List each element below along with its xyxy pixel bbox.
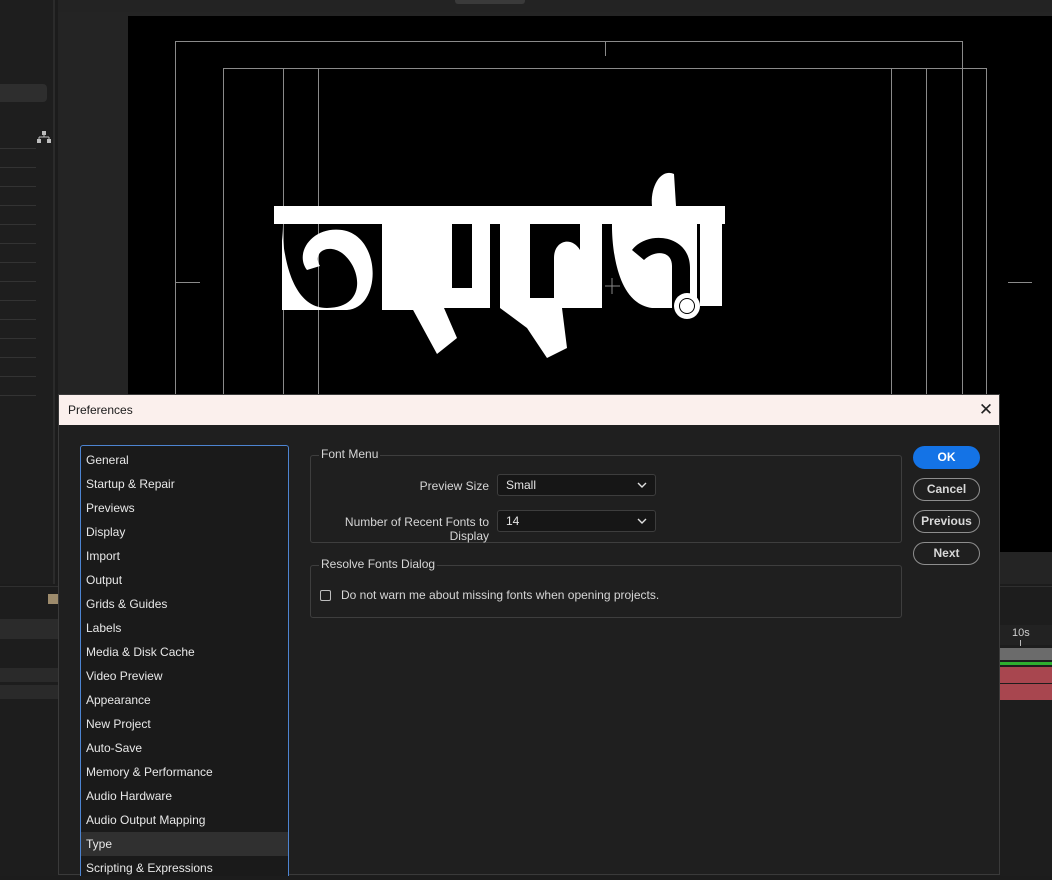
- time-ruler-tick: [1020, 640, 1021, 646]
- nav-item-labels[interactable]: Labels: [81, 616, 288, 640]
- nav-item-video-preview[interactable]: Video Preview: [81, 664, 288, 688]
- project-row[interactable]: [0, 281, 36, 282]
- preview-size-value: Small: [506, 478, 537, 492]
- dialog-titlebar[interactable]: Preferences ✕: [59, 395, 999, 425]
- chevron-down-icon: [637, 482, 647, 488]
- nav-item-previews[interactable]: Previews: [81, 496, 288, 520]
- timeline-layer-row[interactable]: [0, 668, 58, 682]
- flowchart-icon[interactable]: [37, 131, 51, 143]
- recent-fonts-value: 14: [506, 514, 520, 528]
- nav-item-general[interactable]: General: [81, 448, 288, 472]
- timeline-layer-row[interactable]: [0, 685, 58, 699]
- preview-size-select[interactable]: Small: [497, 474, 656, 496]
- ok-button[interactable]: OK: [913, 446, 980, 469]
- missing-fonts-checkbox[interactable]: [320, 590, 331, 601]
- project-row[interactable]: [0, 224, 36, 225]
- project-row[interactable]: [0, 300, 36, 301]
- project-row[interactable]: [0, 262, 36, 263]
- nav-item-new-project[interactable]: New Project: [81, 712, 288, 736]
- previous-button[interactable]: Previous: [913, 510, 980, 533]
- nav-item-audio-hardware[interactable]: Audio Hardware: [81, 784, 288, 808]
- cache-indicator: [1000, 662, 1052, 665]
- timeline-search-bar[interactable]: [0, 619, 58, 639]
- nav-item-appearance[interactable]: Appearance: [81, 688, 288, 712]
- next-button[interactable]: Next: [913, 542, 980, 565]
- viewer-tab[interactable]: [455, 0, 525, 4]
- nav-item-type[interactable]: Type: [81, 832, 288, 856]
- project-row[interactable]: [0, 148, 36, 149]
- nav-item-output[interactable]: Output: [81, 568, 288, 592]
- preferences-dialog: Preferences ✕ General Startup & Repair P…: [58, 394, 1000, 876]
- project-row[interactable]: [0, 186, 36, 187]
- project-row[interactable]: [0, 319, 36, 320]
- nav-item-import[interactable]: Import: [81, 544, 288, 568]
- nav-item-grids-guides[interactable]: Grids & Guides: [81, 592, 288, 616]
- nav-item-memory-performance[interactable]: Memory & Performance: [81, 760, 288, 784]
- work-area-bar[interactable]: [1000, 648, 1052, 660]
- preferences-category-list[interactable]: General Startup & Repair Previews Displa…: [80, 445, 289, 876]
- label-color-swatch[interactable]: [48, 594, 58, 604]
- recent-fonts-label: Number of Recent Fonts to Display: [344, 515, 489, 543]
- nav-item-auto-save[interactable]: Auto-Save: [81, 736, 288, 760]
- center-mark: [605, 42, 606, 56]
- center-mark: [176, 282, 200, 283]
- recent-fonts-select[interactable]: 14: [497, 510, 656, 532]
- bengali-title-artwork: [274, 172, 725, 358]
- dialog-title: Preferences: [68, 403, 133, 417]
- project-row[interactable]: [0, 357, 36, 358]
- nav-item-media-disk-cache[interactable]: Media & Disk Cache: [81, 640, 288, 664]
- close-button[interactable]: ✕: [975, 400, 997, 420]
- project-row[interactable]: [0, 167, 36, 168]
- time-ruler-label: 10s: [1012, 627, 1030, 639]
- nav-item-scripting-expressions[interactable]: Scripting & Expressions: [81, 856, 288, 880]
- project-row[interactable]: [0, 376, 36, 377]
- font-menu-group-label: Font Menu: [319, 447, 381, 461]
- chevron-down-icon: [637, 518, 647, 524]
- resolve-fonts-group-label: Resolve Fonts Dialog: [319, 557, 438, 571]
- nav-item-audio-output-mapping[interactable]: Audio Output Mapping: [81, 808, 288, 832]
- project-row[interactable]: [0, 338, 36, 339]
- project-row[interactable]: [0, 395, 36, 396]
- preview-size-label: Preview Size: [419, 479, 489, 493]
- composition-title-text[interactable]: [272, 158, 742, 368]
- project-row[interactable]: [0, 205, 36, 206]
- layer-duration-bar[interactable]: [1000, 684, 1052, 700]
- cancel-button[interactable]: Cancel: [913, 478, 980, 501]
- nav-item-display[interactable]: Display: [81, 520, 288, 544]
- project-search-bar[interactable]: [0, 84, 47, 102]
- layer-duration-bar[interactable]: [1000, 667, 1052, 683]
- nav-item-startup-repair[interactable]: Startup & Repair: [81, 472, 288, 496]
- project-panel: [0, 0, 55, 584]
- missing-fonts-checkbox-label[interactable]: Do not warn me about missing fonts when …: [341, 588, 659, 602]
- project-row[interactable]: [0, 243, 36, 244]
- center-mark: [1008, 282, 1032, 283]
